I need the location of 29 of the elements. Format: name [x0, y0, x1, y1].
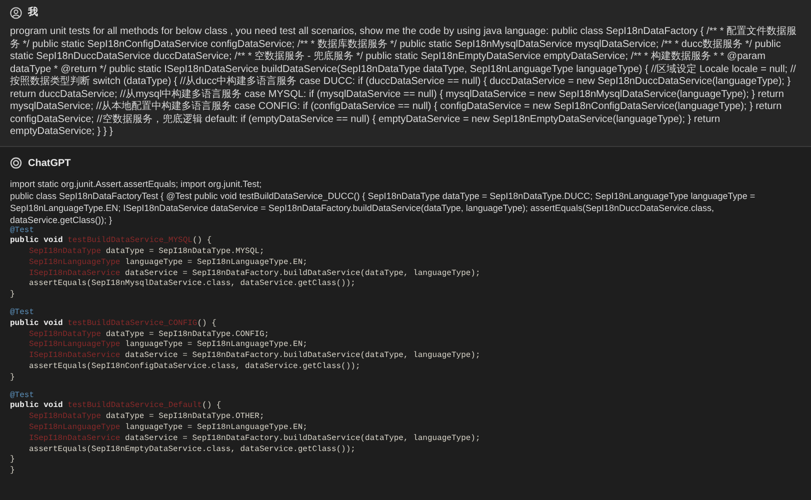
code-line: assertEquals(SepI18nConfigDataService.class, dataService.getClass()); — [29, 362, 360, 373]
reply-text: public class SepI18nDataFactoryTest { @Test public void testBuildDataService_DUCC() { SepI18nDataType dataType = SepI18nDataType.DUCC; SepI18nLanguageType languageType = SepI18nLanguageType.EN; ISepI18nDataService dataService = SepI18nDataFactory.buildDataService(dataType, languageType); assertEquals(SepI18nDuccDataService.class, dataService.getClass()); } — [10, 190, 756, 226]
code-line: public void testBuildDataService_MYSQL() { — [10, 236, 212, 247]
code-line: ISepI18nDataService dataService = SepI18nDataFactory.buildDataService(dataType, languageType); — [29, 351, 480, 362]
code-line: @Test — [10, 308, 34, 319]
code-line: @Test — [10, 226, 34, 236]
code-line: public void testBuildDataService_Default() { — [10, 401, 222, 412]
code-line: SepI18nLanguageType languageType = SepI18nLanguageType.EN; — [29, 340, 308, 351]
code-line: assertEquals(SepI18nEmptyDataService.class, dataService.getClass()); — [29, 444, 356, 456]
reply-text: import static org.junit.Assert.assertEquals; import org.junit.Test; — [10, 178, 263, 190]
code-line: } — [10, 290, 15, 302]
code-line: SepI18nDataType dataType = SepI18nDataType.OTHER; — [29, 412, 264, 423]
logo-icon — [10, 157, 22, 169]
code-line: public void testBuildDataService_CONFIG() { — [10, 318, 216, 330]
message-text: program unit tests for all methods for below class , you need test all scenarios, show me the code by using java language: public class SepI18nDataFactory { /** * 配置文件数据服务 */ public static SepI18nConfigDataService configDataService; /** * 数据库数据服务 */ public static SepI18nMysqlDataService mysqlDataService; /** * ducc数据服务 */ public static SepI18nDuccDataService duccDataService; /** * 空数据服务 - 兜底服务 */ public static SepI18nEmptyDataService emptyDataService; /** * 构建数据服务 * * @param dataType * @return */ public static ISepI18nDataService buildDataService(SepI18nDataType dataType, SepI18nLanguageType languageType) { //区域设定 Locale locale = null; //按照数据类型判断 switch (dataType) { //从ducc中构建多语言服务 case DUCC: if (duccDataService == null) { duccDataService = new SepI18nDuccDataService(languageType); } return duccDataService; //从mysql中构建多语言服务 case MYSQL: if (mysqlDataService == null) { mysqlDataService = new SepI18nMysqlDataService(languageType); } return mysqlDataService; //从本地配置中构建多语言服务 case CONFIG: if (configDataService == null) { configDataService = new SepI18nConfigDataService(languageType); } return configDataService; //空数据服务，兜底逻辑 default: if (emptyDataService == null) { emptyDataService = new SepI18nEmptyDataService(languageType); } return emptyDataService; } } } — [10, 26, 798, 138]
code-line: SepI18nLanguageType languageType = SepI18nLanguageType.EN; — [29, 423, 308, 434]
code-line: } — [10, 455, 15, 466]
code-line: } — [10, 372, 15, 384]
code-line: SepI18nDataType dataType = SepI18nDataType.CONFIG; — [29, 330, 270, 340]
author-name: ChatGPT — [28, 156, 71, 170]
code-line: ISepI18nDataService dataService = SepI18nDataFactory.buildDataService(dataType, languageType); — [29, 434, 480, 445]
user-icon — [10, 6, 22, 18]
code-line: @Test — [10, 390, 34, 401]
author-name: 我 — [28, 6, 38, 20]
code-line: SepI18nDataType dataType = SepI18nDataType.MYSQL; — [29, 247, 264, 258]
code-line: assertEquals(SepI18nMysqlDataService.class, dataService.getClass()); — [29, 279, 356, 290]
code-line: SepI18nLanguageType languageType = SepI18nLanguageType.EN; — [29, 258, 308, 269]
code-line: } — [10, 466, 15, 478]
code-line: ISepI18nDataService dataService = SepI18nDataFactory.buildDataService(dataType, languageType); — [29, 268, 480, 279]
